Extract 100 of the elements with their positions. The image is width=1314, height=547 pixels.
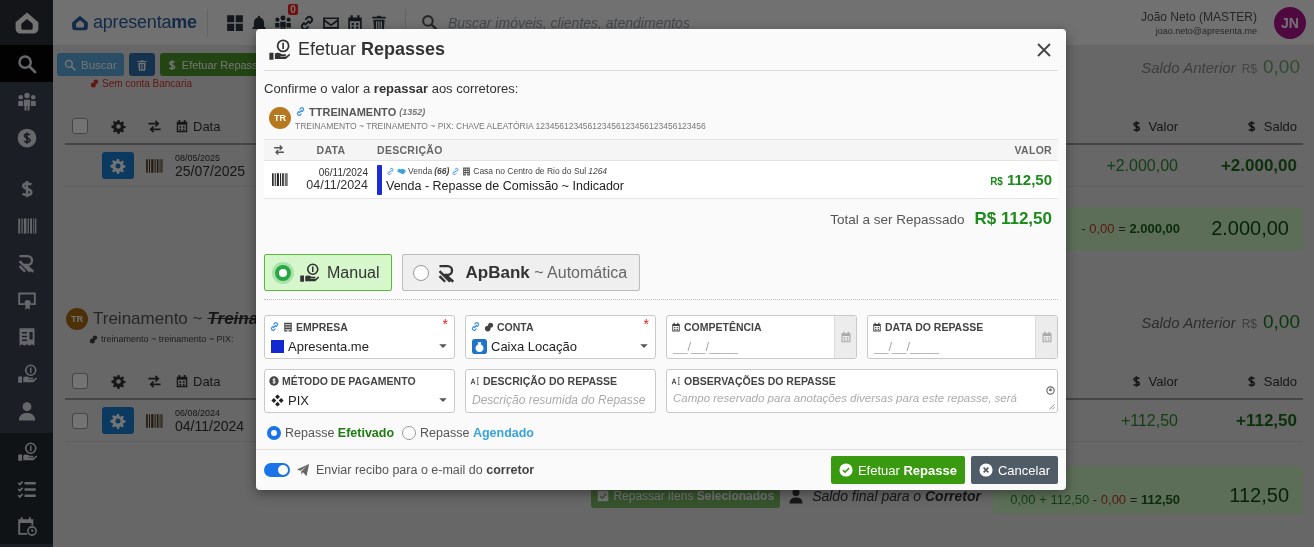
cloud-house-icon — [70, 13, 90, 32]
striped-r-icon — [16, 252, 37, 273]
search-icon — [16, 53, 37, 74]
select-all-checkbox[interactable] — [72, 118, 88, 134]
column-header: Saldo — [1263, 373, 1297, 389]
payout-mode-option[interactable]: ApBank ~ Automática — [402, 254, 641, 291]
prompt-text: Confirme o valor a repassar aos corretores: — [264, 81, 520, 97]
payout-mode-option[interactable]: Manual — [264, 254, 393, 291]
dollar-coin-icon — [269, 375, 279, 386]
hand-coin-icon — [16, 441, 37, 462]
barcode-icon — [145, 156, 163, 175]
row-checkbox[interactable] — [72, 412, 88, 429]
text-cursor-icon — [671, 375, 681, 386]
people-icon[interactable] — [273, 13, 292, 32]
balance-formula: - 0,00 = 2.000,00 — [1081, 221, 1180, 236]
notification-badge: 0 — [288, 3, 298, 15]
column-header: Data — [193, 118, 221, 134]
email-receipt-label: Enviar recibo para o e-mail do corretor — [316, 463, 535, 477]
field-label: COMPETÊNCIA — [684, 320, 762, 333]
grid-icon[interactable] — [225, 13, 244, 32]
field-label: OBSERVAÇÕES DO REPASSE — [684, 374, 836, 387]
bell-icon[interactable] — [249, 13, 268, 32]
text-cursor-icon — [470, 375, 480, 386]
date-text: 06/08/2024 — [175, 407, 222, 418]
text-input[interactable]: Descrição resumida do Repasse — [472, 393, 649, 407]
cancel-button[interactable]: Cancelar — [970, 456, 1058, 484]
gear-icon — [110, 157, 126, 174]
column-header: VALOR — [1014, 144, 1053, 156]
deal-code: (66) — [434, 166, 450, 176]
broker-code: (1352) — [399, 106, 426, 117]
date-input[interactable]: __/__/____ — [874, 338, 1029, 354]
calendar-icon — [175, 374, 189, 388]
select-all-checkbox[interactable] — [72, 373, 88, 389]
arrows-icon — [273, 144, 285, 156]
amount-text: +2.000,00 — [1106, 156, 1178, 175]
company-select[interactable]: EMPRESA Apresenta.me * — [264, 315, 455, 359]
handshake-icon — [397, 166, 406, 176]
date-input[interactable]: __/__/____ — [673, 338, 828, 354]
broker-name: Treinamento ~ — [93, 309, 203, 329]
currency-label: R$ — [990, 176, 1003, 187]
logo-text: apresentame — [93, 12, 197, 33]
pix-icon — [271, 393, 284, 407]
field-label: DATA DO REPASSE — [885, 320, 984, 333]
amount-text: +112,50 — [1120, 411, 1178, 430]
hand-coin-icon — [299, 262, 319, 283]
close-button[interactable] — [1036, 41, 1052, 58]
field-label: MÉTODO DE PAGAMENTO — [282, 374, 416, 387]
gear-icon — [110, 373, 126, 389]
calendar-button[interactable] — [1035, 316, 1057, 358]
notes-field[interactable]: OBSERVAÇÕES DO REPASSE Campo reservado para anotações diversas para este repasse, será — [666, 369, 1058, 413]
status-radio[interactable]: Repasse Efetivado — [267, 425, 395, 440]
date-text: 25/07/2025 — [175, 162, 246, 179]
calendar-icon — [839, 331, 852, 343]
user-icon — [16, 400, 37, 421]
delete-button[interactable] — [128, 53, 155, 76]
notes-input[interactable]: Campo reservado para anotações diversas para este repasse, será — [673, 391, 1040, 409]
column-header: Valor — [1148, 118, 1178, 134]
barcode-icon — [270, 171, 288, 188]
settings-button[interactable] — [102, 152, 134, 179]
sidebar-item[interactable] — [0, 45, 53, 82]
calendar-button[interactable] — [834, 316, 856, 358]
arrows-icon — [146, 118, 162, 134]
resize-grip-icon — [1046, 401, 1055, 410]
building-icon — [283, 321, 293, 332]
broker-details: treinamento ~ treinamento ~ PIX: — [101, 334, 234, 344]
date-text: 08/05/2025 — [175, 152, 222, 163]
date-text: 04/11/2024 — [306, 178, 368, 192]
calendar-icon[interactable] — [345, 13, 364, 32]
amount-text: 112,50 — [1006, 171, 1052, 188]
date-field[interactable]: COMPETÊNCIA __/__/____ — [666, 315, 857, 359]
date-field[interactable]: DATA DO REPASSE __/__/____ — [867, 315, 1058, 359]
barcode-icon — [145, 411, 163, 430]
broker-details: TREINAMENTO ~ TREINAMENTO ~ PIX: CHAVE ALEATÓRIA 123456123456123456123456123456123456 — [295, 120, 706, 131]
calendar-icon — [175, 119, 189, 133]
account-select[interactable]: CONTA Caixa Locação * — [465, 315, 656, 359]
building-icon — [462, 166, 472, 176]
settings-button[interactable] — [102, 407, 134, 434]
confirm-button[interactable]: Efetuar Repasse — [830, 456, 965, 484]
gear-icon — [110, 118, 126, 134]
check-circle-icon — [838, 463, 853, 477]
arrows-icon — [146, 373, 162, 389]
checklist-icon — [16, 478, 37, 499]
coins-icon — [89, 334, 98, 344]
gear-icon — [110, 412, 126, 429]
toggle-switch[interactable] — [264, 463, 290, 477]
money-bag-icon — [472, 338, 487, 354]
payment-method-select[interactable]: MÉTODO DE PAGAMENTO PIX — [264, 369, 455, 413]
text-field[interactable]: DESCRIÇÃO DO REPASSE Descrição resumida do Repasse — [465, 369, 656, 413]
balance-text: +2.000,00 — [1220, 155, 1297, 176]
required-mark: * — [442, 316, 448, 332]
dialog-title: Efetuar Repasses — [298, 39, 446, 60]
broker-alias: Treina — [207, 309, 259, 329]
balance-formula: 0,00 + 112,50 - 0,00 = 112,50 — [1010, 492, 1180, 507]
broker-name: TTREINAMENTO — [309, 105, 397, 118]
calendar-icon — [671, 321, 681, 332]
property-code: 1264 — [588, 166, 608, 176]
status-radio[interactable]: Repasse Agendado — [402, 425, 534, 440]
send-icon — [296, 463, 310, 477]
calendar-icon — [1040, 331, 1053, 343]
date-text: 04/11/2024 — [175, 417, 245, 434]
